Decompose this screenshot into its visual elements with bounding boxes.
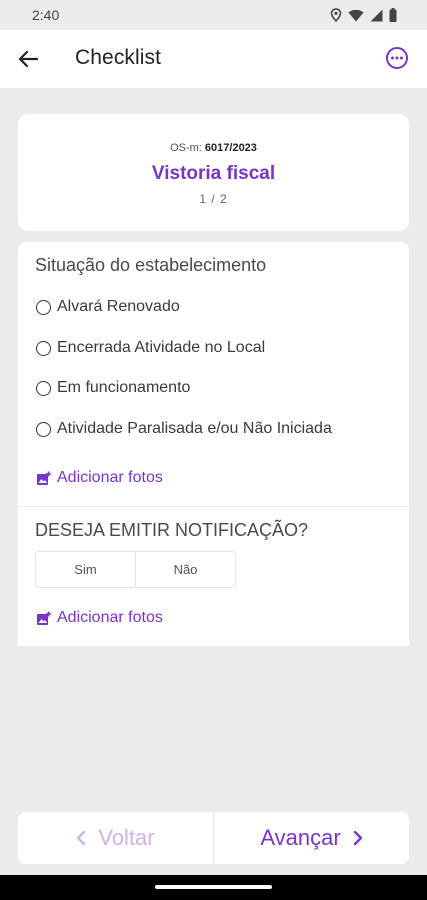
add-photos-button-1[interactable]: Adicionar fotos	[36, 469, 163, 487]
status-time: 2:40	[32, 7, 60, 23]
os-number: 6017/2023	[204, 142, 257, 154]
previous-step-label: Voltar	[98, 825, 155, 850]
radio-option-alvara-renovado[interactable]: Alvará Renovado	[36, 298, 180, 316]
add-photos-label: Adicionar fotos	[57, 469, 163, 486]
app-bar: Checklist	[0, 30, 427, 88]
status-icons	[330, 8, 397, 22]
add-photos-label: Adicionar fotos	[57, 609, 163, 626]
os-number-line: OS-m: 6017/2023	[18, 142, 409, 154]
radio-option-em-funcionamento[interactable]: Em funcionamento	[36, 379, 190, 397]
inspection-header-card: OS-m: 6017/2023 Vistoria fiscal 1 / 2	[18, 114, 409, 231]
next-step-button[interactable]: Avançar	[214, 812, 409, 864]
radio-option-encerrada-atividade[interactable]: Encerrada Atividade no Local	[36, 339, 265, 357]
radio-option-atividade-paralisada[interactable]: Atividade Paralisada e/ou Não Iniciada	[36, 420, 332, 438]
os-label: OS-m:	[170, 142, 202, 154]
section-title-notificacao: DESEJA EMITIR NOTIFICAÇÃO?	[35, 520, 309, 540]
previous-step-button[interactable]: Voltar	[18, 812, 214, 864]
chevron-left-icon	[77, 830, 86, 846]
radio-option-label: Em funcionamento	[57, 379, 191, 396]
visit-title: Vistoria fiscal	[151, 163, 276, 184]
section-divider	[18, 506, 409, 507]
radio-unchecked-icon	[36, 340, 51, 356]
home-gesture-handle[interactable]	[155, 885, 272, 889]
more-horizontal-icon	[386, 47, 408, 69]
radio-option-label: Alvará Renovado	[57, 298, 180, 315]
step-navigation-bar: Voltar Avançar	[18, 812, 409, 864]
signal-icon	[370, 9, 383, 21]
page-title: Checklist	[75, 46, 162, 69]
system-navigation-bar	[0, 875, 427, 900]
add-photo-icon	[37, 471, 51, 485]
choice-sim-button[interactable]: Sim	[36, 552, 135, 587]
radio-option-label: Encerrada Atividade no Local	[57, 339, 266, 356]
back-button[interactable]	[14, 45, 42, 73]
battery-icon	[389, 8, 397, 22]
notification-choice-toggle: Sim Não	[35, 551, 236, 588]
wifi-icon	[348, 9, 364, 21]
add-photos-button-2[interactable]: Adicionar fotos	[36, 609, 163, 627]
chevron-right-icon	[353, 830, 362, 846]
add-photo-icon	[37, 611, 51, 625]
radio-unchecked-icon	[36, 421, 51, 437]
checklist-form-card: Situação do estabelecimento Alvará Renov…	[18, 242, 409, 646]
page-counter: 1 / 2	[199, 192, 228, 206]
status-bar: 2:40	[0, 0, 427, 30]
radio-option-label: Atividade Paralisada e/ou Não Iniciada	[57, 420, 332, 437]
arrow-back-icon	[18, 50, 38, 68]
choice-nao-button[interactable]: Não	[135, 552, 235, 587]
more-options-button[interactable]	[385, 46, 409, 70]
next-step-label: Avançar	[260, 825, 341, 850]
radio-unchecked-icon	[36, 299, 51, 315]
radio-unchecked-icon	[36, 380, 51, 396]
section-title-situacao: Situação do estabelecimento	[35, 255, 267, 275]
location-icon	[330, 8, 342, 22]
